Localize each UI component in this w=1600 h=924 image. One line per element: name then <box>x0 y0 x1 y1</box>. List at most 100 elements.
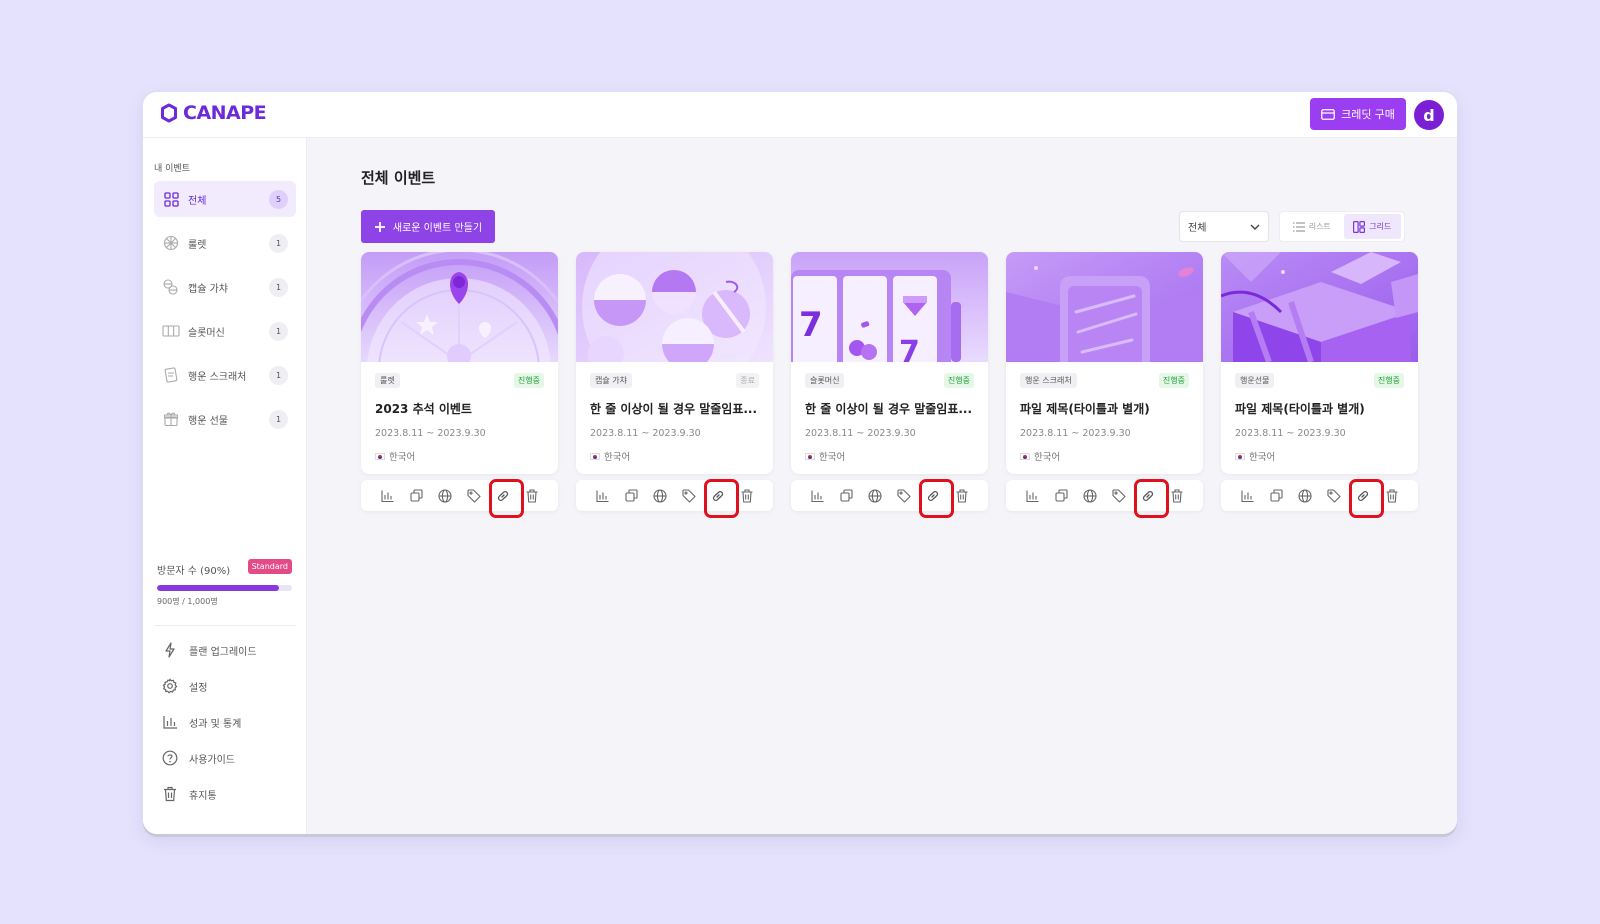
svg-text:7: 7 <box>799 305 823 345</box>
menu-item-settings[interactable]: 설정 <box>161 668 257 704</box>
globe-icon[interactable] <box>1076 480 1105 511</box>
event-card[interactable]: 캡슐 가챠 종료 한 줄 이상이 될 경우 말줄임표... 2023.8.11 … <box>576 252 773 474</box>
plus-icon <box>374 221 385 232</box>
event-date: 2023.8.11 ~ 2023.9.30 <box>375 428 486 439</box>
sidebar-item-slot-machine[interactable]: 슬롯머신 1 <box>154 313 296 349</box>
buy-credit-button[interactable]: 크레딧 구매 <box>1310 98 1406 130</box>
event-filter-select[interactable]: 전체 <box>1179 211 1269 242</box>
sidebar-item-all[interactable]: 전체 5 <box>154 181 296 217</box>
globe-icon[interactable] <box>646 480 675 511</box>
event-type-tag: 캡슐 가챠 <box>590 372 632 388</box>
trash-icon[interactable] <box>733 480 762 511</box>
menu-item-label: 휴지통 <box>189 790 217 802</box>
top-bar: CANAPE 크레딧 구매 d <box>143 92 1457 138</box>
link-icon[interactable] <box>1133 479 1169 518</box>
sidebar-item-count: 1 <box>269 322 288 341</box>
event-date: 2023.8.11 ~ 2023.9.30 <box>590 428 701 439</box>
tag-icon[interactable] <box>1320 480 1349 511</box>
sidebar-item-scratcher[interactable]: 행운 스크래처 1 <box>154 357 296 393</box>
event-date: 2023.8.11 ~ 2023.9.30 <box>805 428 916 439</box>
tag-icon[interactable] <box>890 480 919 511</box>
sidebar-item-capsule[interactable]: 캡슐 가챠 1 <box>154 269 296 305</box>
event-title: 한 줄 이상이 될 경우 말줄임표... <box>590 402 758 416</box>
globe-icon[interactable] <box>1291 480 1320 511</box>
event-title: 2023 추석 이벤트 <box>375 402 472 416</box>
event-language: 한국어 <box>1034 452 1061 463</box>
scratcher-icon <box>162 366 180 384</box>
globe-icon[interactable] <box>431 480 460 511</box>
korea-flag-icon <box>805 452 815 460</box>
event-card[interactable]: 행운선물 진행중 파일 제목(타이틀과 별개) 2023.8.11 ~ 2023… <box>1221 252 1418 474</box>
event-language: 한국어 <box>389 452 416 463</box>
korea-flag-icon <box>1020 452 1030 460</box>
event-thumbnail-slot-machine: 7 7 <box>791 252 988 362</box>
sidebar-item-roulette[interactable]: 룰렛 1 <box>154 225 296 261</box>
status-badge: 종료 <box>736 372 759 388</box>
new-event-label: 새로운 이벤트 만들기 <box>392 223 483 234</box>
list-view-button[interactable]: 리스트 <box>1283 214 1341 239</box>
copy-icon[interactable] <box>617 480 646 511</box>
tag-icon[interactable] <box>460 480 489 511</box>
filter-value: 전체 <box>1188 223 1207 234</box>
copy-icon[interactable] <box>402 480 431 511</box>
sidebar-item-count: 1 <box>269 234 288 253</box>
copy-icon[interactable] <box>1047 480 1076 511</box>
plan-badge: Standard <box>247 559 292 574</box>
event-type-tag: 행운선물 <box>1235 372 1275 388</box>
visitor-usage: 방문자 수 (90%) Standard 900명 / 1,000명 <box>157 559 292 607</box>
usage-progress-bar <box>157 585 292 591</box>
event-language: 한국어 <box>604 452 631 463</box>
stats-icon[interactable] <box>588 480 617 511</box>
tag-icon[interactable] <box>1105 480 1134 511</box>
menu-item-label: 플랜 업그레이드 <box>189 646 257 658</box>
event-card[interactable]: 룰렛 진행중 2023 추석 이벤트 2023.8.11 ~ 2023.9.30… <box>361 252 558 474</box>
menu-item-upgrade[interactable]: 플랜 업그레이드 <box>161 632 257 668</box>
card-action-bar <box>576 479 773 518</box>
stats-icon[interactable] <box>1233 480 1262 511</box>
event-thumbnail-roulette <box>361 252 558 362</box>
trash-icon[interactable] <box>518 480 547 511</box>
stats-icon[interactable] <box>1018 480 1047 511</box>
logo-text: CANAPE <box>183 102 267 124</box>
sidebar-item-gift[interactable]: 행운 선물 1 <box>154 401 296 437</box>
link-icon[interactable] <box>1348 479 1384 518</box>
capsule-icon <box>162 278 180 296</box>
event-type-tag: 슬롯머신 <box>805 372 845 388</box>
grid-view-button[interactable]: 그리드 <box>1343 214 1401 239</box>
event-date: 2023.8.11 ~ 2023.9.30 <box>1020 428 1131 439</box>
event-card[interactable]: 7 7 슬롯머신 진행중 한 줄 이상이 될 경우 말줄임표... 2023.8… <box>791 252 988 474</box>
copy-icon[interactable] <box>832 480 861 511</box>
globe-icon[interactable] <box>861 480 890 511</box>
menu-item-trash[interactable]: 휴지통 <box>161 776 257 812</box>
event-card-wrapper: 룰렛 진행중 2023 추석 이벤트 2023.8.11 ~ 2023.9.30… <box>361 252 558 518</box>
sidebar-nav: 전체 5 룰렛 1 캡슐 가챠 1 슬롯머신 1 행운 스크래처 1 행운 선물… <box>154 181 296 445</box>
menu-item-stats[interactable]: 성과 및 통계 <box>161 704 257 740</box>
main-content: 전체 이벤트 새로운 이벤트 만들기 전체 리스트 그리드 룰렛 진행중 202… <box>307 138 1457 834</box>
app-window: CANAPE 크레딧 구매 d 내 이벤트 전체 5 룰렛 1 캡슐 가챠 1 … <box>143 92 1457 834</box>
event-card[interactable]: 행운 스크래처 진행중 파일 제목(타이틀과 별개) 2023.8.11 ~ 2… <box>1006 252 1203 474</box>
stats-icon[interactable] <box>373 480 402 511</box>
menu-item-guide[interactable]: 사용가이드 <box>161 740 257 776</box>
card-action-bar <box>361 479 558 518</box>
stats-icon[interactable] <box>803 480 832 511</box>
link-icon[interactable] <box>918 479 954 518</box>
list-icon <box>1292 221 1305 232</box>
trash-icon[interactable] <box>1378 480 1407 511</box>
link-icon[interactable] <box>703 479 739 518</box>
sidebar-item-count: 5 <box>269 190 288 209</box>
avatar[interactable]: d <box>1414 100 1444 130</box>
status-badge: 진행중 <box>513 372 544 388</box>
link-icon[interactable] <box>488 479 524 518</box>
buy-credit-label: 크레딧 구매 <box>1341 109 1395 121</box>
slot-machine-icon <box>162 322 180 340</box>
trash-icon[interactable] <box>1163 480 1192 511</box>
copy-icon[interactable] <box>1262 480 1291 511</box>
sidebar-item-label: 룰렛 <box>188 239 207 251</box>
trash-icon[interactable] <box>948 480 977 511</box>
new-event-button[interactable]: 새로운 이벤트 만들기 <box>361 210 495 243</box>
event-card-wrapper: 7 7 슬롯머신 진행중 한 줄 이상이 될 경우 말줄임표... 2023.8… <box>791 252 988 518</box>
usage-progress-fill <box>157 585 279 591</box>
tag-icon[interactable] <box>675 480 704 511</box>
roulette-icon <box>162 234 180 252</box>
logo[interactable]: CANAPE <box>159 102 267 124</box>
